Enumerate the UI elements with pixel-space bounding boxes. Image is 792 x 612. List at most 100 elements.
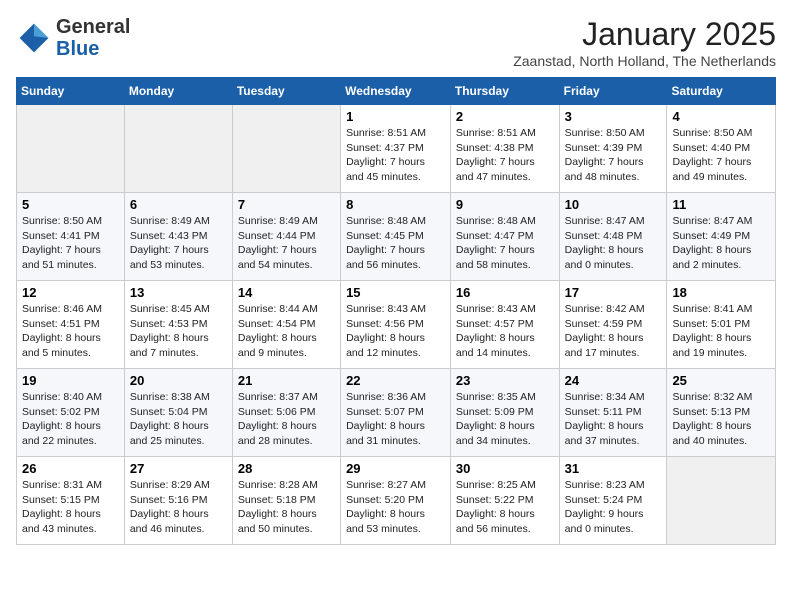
calendar-cell: 28 Sunrise: 8:28 AM Sunset: 5:18 PM Dayli…: [232, 457, 340, 545]
calendar-cell: 8 Sunrise: 8:48 AM Sunset: 4:45 PM Daylig…: [341, 193, 451, 281]
day-content: Sunrise: 8:27 AM Sunset: 5:20 PM Dayligh…: [346, 478, 445, 537]
calendar-cell: 18Sunrise: 8:41 AM Sunset: 5:01 PM Dayli…: [667, 281, 776, 369]
day-number: 25: [672, 373, 770, 388]
day-content: Sunrise: 8:23 AM Sunset: 5:24 PM Dayligh…: [565, 478, 662, 537]
weekday-header-saturday: Saturday: [667, 78, 776, 105]
calendar-cell: 29 Sunrise: 8:27 AM Sunset: 5:20 PM Dayli…: [341, 457, 451, 545]
day-content: Sunrise: 8:40 AM Sunset: 5:02 PM Dayligh…: [22, 390, 119, 449]
week-row-4: 19 Sunrise: 8:40 AM Sunset: 5:02 PM Dayli…: [17, 369, 776, 457]
calendar-cell: 3 Sunrise: 8:50 AM Sunset: 4:39 PM Daylig…: [559, 105, 667, 193]
logo: General Blue: [16, 16, 130, 60]
day-number: 29: [346, 461, 445, 476]
day-content: Sunrise: 8:29 AM Sunset: 5:16 PM Dayligh…: [130, 478, 227, 537]
day-number: 4: [672, 109, 770, 124]
day-number: 20: [130, 373, 227, 388]
day-number: 2: [456, 109, 554, 124]
calendar-header: SundayMondayTuesdayWednesdayThursdayFrid…: [17, 78, 776, 105]
calendar-cell: 13Sunrise: 8:45 AM Sunset: 4:53 PM Dayli…: [124, 281, 232, 369]
day-number: 28: [238, 461, 335, 476]
calendar-cell: 27 Sunrise: 8:29 AM Sunset: 5:16 PM Dayli…: [124, 457, 232, 545]
calendar-cell: 9 Sunrise: 8:48 AM Sunset: 4:47 PM Daylig…: [450, 193, 559, 281]
day-content: Sunrise: 8:48 AM Sunset: 4:45 PM Dayligh…: [346, 214, 445, 273]
day-number: 3: [565, 109, 662, 124]
day-number: 1: [346, 109, 445, 124]
weekday-header-sunday: Sunday: [17, 78, 125, 105]
calendar-cell: [17, 105, 125, 193]
day-content: Sunrise: 8:49 AM Sunset: 4:44 PM Dayligh…: [238, 214, 335, 273]
day-number: 8: [346, 197, 445, 212]
day-number: 30: [456, 461, 554, 476]
day-number: 7: [238, 197, 335, 212]
week-row-3: 12Sunrise: 8:46 AM Sunset: 4:51 PM Dayli…: [17, 281, 776, 369]
day-content: Sunrise: 8:37 AM Sunset: 5:06 PM Dayligh…: [238, 390, 335, 449]
day-number: 24: [565, 373, 662, 388]
day-number: 6: [130, 197, 227, 212]
week-row-5: 26Sunrise: 8:31 AM Sunset: 5:15 PM Dayli…: [17, 457, 776, 545]
day-number: 11: [672, 197, 770, 212]
calendar-cell: 26Sunrise: 8:31 AM Sunset: 5:15 PM Dayli…: [17, 457, 125, 545]
day-content: Sunrise: 8:47 AM Sunset: 4:48 PM Dayligh…: [565, 214, 662, 273]
calendar-body: 1 Sunrise: 8:51 AM Sunset: 4:37 PM Daylig…: [17, 105, 776, 545]
day-content: Sunrise: 8:48 AM Sunset: 4:47 PM Dayligh…: [456, 214, 554, 273]
calendar-cell: 23Sunrise: 8:35 AM Sunset: 5:09 PM Dayli…: [450, 369, 559, 457]
day-number: 27: [130, 461, 227, 476]
day-number: 16: [456, 285, 554, 300]
day-content: Sunrise: 8:45 AM Sunset: 4:53 PM Dayligh…: [130, 302, 227, 361]
calendar-cell: 5 Sunrise: 8:50 AM Sunset: 4:41 PM Daylig…: [17, 193, 125, 281]
week-row-1: 1 Sunrise: 8:51 AM Sunset: 4:37 PM Daylig…: [17, 105, 776, 193]
calendar-table: SundayMondayTuesdayWednesdayThursdayFrid…: [16, 77, 776, 545]
day-content: Sunrise: 8:50 AM Sunset: 4:41 PM Dayligh…: [22, 214, 119, 273]
calendar-cell: 19 Sunrise: 8:40 AM Sunset: 5:02 PM Dayli…: [17, 369, 125, 457]
day-content: Sunrise: 8:31 AM Sunset: 5:15 PM Dayligh…: [22, 478, 119, 537]
day-content: Sunrise: 8:51 AM Sunset: 4:37 PM Dayligh…: [346, 126, 445, 185]
day-number: 5: [22, 197, 119, 212]
calendar-cell: 6 Sunrise: 8:49 AM Sunset: 4:43 PM Daylig…: [124, 193, 232, 281]
calendar-cell: 1 Sunrise: 8:51 AM Sunset: 4:37 PM Daylig…: [341, 105, 451, 193]
day-content: Sunrise: 8:44 AM Sunset: 4:54 PM Dayligh…: [238, 302, 335, 361]
day-content: Sunrise: 8:28 AM Sunset: 5:18 PM Dayligh…: [238, 478, 335, 537]
calendar-cell: 24Sunrise: 8:34 AM Sunset: 5:11 PM Dayli…: [559, 369, 667, 457]
day-content: Sunrise: 8:43 AM Sunset: 4:57 PM Dayligh…: [456, 302, 554, 361]
day-content: Sunrise: 8:49 AM Sunset: 4:43 PM Dayligh…: [130, 214, 227, 273]
month-title: January 2025: [513, 16, 776, 53]
weekday-header-row: SundayMondayTuesdayWednesdayThursdayFrid…: [17, 78, 776, 105]
logo-icon: [16, 20, 52, 56]
day-content: Sunrise: 8:25 AM Sunset: 5:22 PM Dayligh…: [456, 478, 554, 537]
location-text: Zaanstad, North Holland, The Netherlands: [513, 53, 776, 69]
calendar-cell: 21 Sunrise: 8:37 AM Sunset: 5:06 PM Dayli…: [232, 369, 340, 457]
day-number: 15: [346, 285, 445, 300]
weekday-header-wednesday: Wednesday: [341, 78, 451, 105]
calendar-cell: [667, 457, 776, 545]
day-content: Sunrise: 8:50 AM Sunset: 4:39 PM Dayligh…: [565, 126, 662, 185]
logo-general-text: General: [56, 16, 130, 38]
day-number: 31: [565, 461, 662, 476]
day-content: Sunrise: 8:51 AM Sunset: 4:38 PM Dayligh…: [456, 126, 554, 185]
calendar-cell: [124, 105, 232, 193]
day-number: 10: [565, 197, 662, 212]
day-number: 9: [456, 197, 554, 212]
week-row-2: 5 Sunrise: 8:50 AM Sunset: 4:41 PM Daylig…: [17, 193, 776, 281]
day-number: 23: [456, 373, 554, 388]
page-header: General Blue January 2025 Zaanstad, Nort…: [16, 16, 776, 69]
weekday-header-thursday: Thursday: [450, 78, 559, 105]
calendar-cell: 10 Sunrise: 8:47 AM Sunset: 4:48 PM Dayli…: [559, 193, 667, 281]
day-content: Sunrise: 8:50 AM Sunset: 4:40 PM Dayligh…: [672, 126, 770, 185]
calendar-cell: 31 Sunrise: 8:23 AM Sunset: 5:24 PM Dayli…: [559, 457, 667, 545]
calendar-cell: 20 Sunrise: 8:38 AM Sunset: 5:04 PM Dayli…: [124, 369, 232, 457]
calendar-cell: 22Sunrise: 8:36 AM Sunset: 5:07 PM Dayli…: [341, 369, 451, 457]
weekday-header-friday: Friday: [559, 78, 667, 105]
logo-blue-text: Blue: [56, 38, 130, 60]
day-content: Sunrise: 8:38 AM Sunset: 5:04 PM Dayligh…: [130, 390, 227, 449]
calendar-cell: 15Sunrise: 8:43 AM Sunset: 4:56 PM Dayli…: [341, 281, 451, 369]
calendar-cell: 30 Sunrise: 8:25 AM Sunset: 5:22 PM Dayli…: [450, 457, 559, 545]
day-number: 17: [565, 285, 662, 300]
calendar-cell: 14Sunrise: 8:44 AM Sunset: 4:54 PM Dayli…: [232, 281, 340, 369]
calendar-cell: 16 Sunrise: 8:43 AM Sunset: 4:57 PM Dayli…: [450, 281, 559, 369]
day-number: 22: [346, 373, 445, 388]
weekday-header-monday: Monday: [124, 78, 232, 105]
calendar-cell: 17Sunrise: 8:42 AM Sunset: 4:59 PM Dayli…: [559, 281, 667, 369]
day-number: 21: [238, 373, 335, 388]
calendar-cell: 4 Sunrise: 8:50 AM Sunset: 4:40 PM Daylig…: [667, 105, 776, 193]
day-content: Sunrise: 8:47 AM Sunset: 4:49 PM Dayligh…: [672, 214, 770, 273]
day-number: 19: [22, 373, 119, 388]
